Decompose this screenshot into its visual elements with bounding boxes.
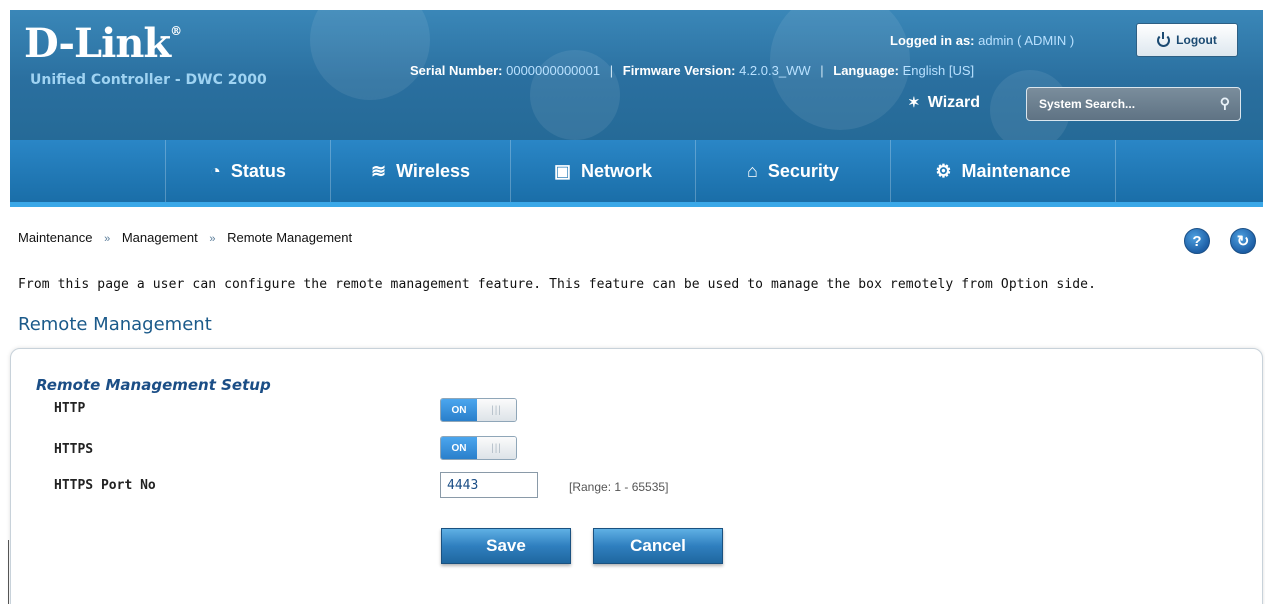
left-border [8,540,9,604]
firmware-label: Firmware Version: [622,63,736,78]
brand-name: D-Link [24,20,171,67]
wifi-icon: ≋ [371,160,387,181]
language-value[interactable]: English [US] [903,63,975,78]
language-label: Language: [833,63,899,78]
gauge-icon: ◔ [210,160,221,181]
logout-label: Logout [1176,33,1217,47]
app-header: D-Link® Unified Controller - DWC 2000 Lo… [10,10,1263,140]
toggle-on-label: ON [441,399,477,421]
serial-label: Serial Number: [410,63,503,78]
logged-in-user: admin ( ADMIN ) [978,33,1075,48]
device-info: Serial Number: 0000000000001 | Firmware … [410,63,974,78]
wand-icon: ✶ [908,94,920,110]
https-port-input[interactable] [440,472,538,498]
breadcrumb-maintenance[interactable]: Maintenance [18,230,92,245]
separator: | [609,63,614,78]
breadcrumb: Maintenance » Management » Remote Manage… [18,230,352,245]
monitor-icon: ▣ [553,160,571,181]
nav-divider [1115,140,1116,202]
breadcrumb-separator: » [209,233,216,245]
page-description: From this page a user can configure the … [18,277,1097,292]
page-title: Remote Management [18,314,212,335]
power-icon [1157,31,1171,47]
main-nav: ◔ Status ≋ Wireless ▣ Network ⌂ Security… [10,140,1263,207]
brand-mark: ® [170,24,182,38]
lock-icon: ⌂ [747,160,758,181]
nav-item-status[interactable]: ◔ Status [165,140,330,202]
logout-button[interactable]: Logout [1136,23,1238,57]
cancel-button[interactable]: Cancel [593,528,723,564]
toggle-knob: ||| [477,437,516,459]
refresh-icon[interactable]: ↻ [1230,228,1256,254]
nav-item-security[interactable]: ⌂ Security [695,140,890,202]
toggle-on-label: ON [441,437,477,459]
login-status: Logged in as: admin ( ADMIN ) [890,33,1074,48]
breadcrumb-separator: » [104,233,111,245]
gears-icon: ⚙ [935,160,952,181]
wizard-label: Wizard [927,94,981,111]
nav-item-network[interactable]: ▣ Network [510,140,695,202]
toggle-knob: ||| [477,399,516,421]
dlink-logo: D-Link® [24,20,182,67]
firmware-value: 4.2.0.3_WW [739,63,811,78]
https-label: HTTPS [54,442,94,457]
https-port-label: HTTPS Port No [54,478,156,493]
search-icon[interactable]: ⚲ [1220,95,1230,112]
separator: | [820,63,824,78]
nav-item-label: Network [581,160,653,181]
header-decoration [310,10,430,100]
nav-item-label: Wireless [396,160,470,181]
wizard-link[interactable]: ✶ Wizard [908,94,980,112]
https-toggle[interactable]: ON ||| [440,436,517,460]
nav-item-label: Security [767,160,839,181]
breadcrumb-management[interactable]: Management [122,230,198,245]
nav-item-maintenance[interactable]: ⚙ Maintenance [890,140,1115,202]
help-icon[interactable]: ? [1184,228,1210,254]
search-placeholder: System Search... [1039,97,1136,111]
panel-title: Remote Management Setup [36,376,271,394]
product-name: Unified Controller - DWC 2000 [30,72,267,88]
logged-in-label: Logged in as: [890,33,975,48]
nav-item-label: Status [230,160,286,181]
serial-value: 0000000000001 [506,63,601,78]
port-range-hint: [Range: 1 - 65535] [569,480,669,494]
system-search-input[interactable]: System Search... ⚲ [1026,87,1241,121]
http-label: HTTP [54,401,86,416]
nav-item-wireless[interactable]: ≋ Wireless [330,140,510,202]
save-button[interactable]: Save [441,528,571,564]
breadcrumb-remote-management: Remote Management [227,230,353,245]
http-toggle[interactable]: ON ||| [440,398,517,422]
nav-item-label: Maintenance [961,160,1071,181]
